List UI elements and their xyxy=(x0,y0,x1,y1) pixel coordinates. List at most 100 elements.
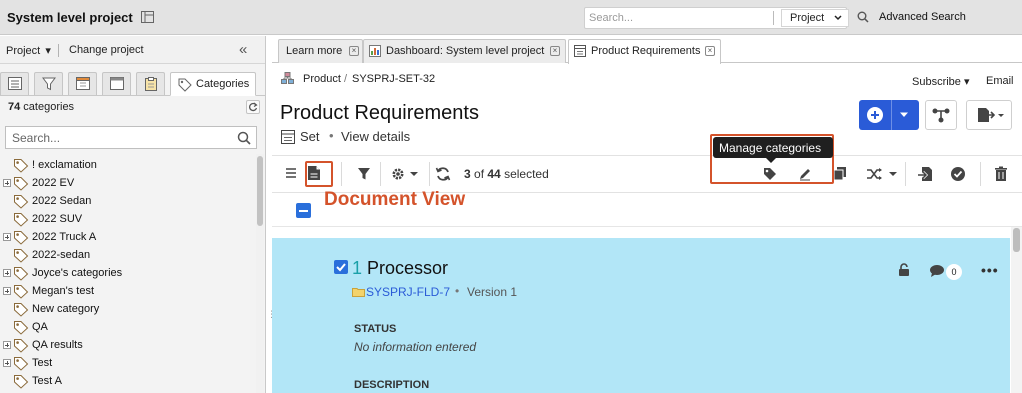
left-panel: Project ▾ Change project « Categories 74… xyxy=(0,36,266,393)
relationships-button[interactable] xyxy=(925,100,957,130)
tab-categories[interactable]: Categories xyxy=(170,72,256,96)
view-tabs: Categories xyxy=(0,72,265,96)
select-all-checkbox[interactable] xyxy=(296,203,311,218)
content-scrollbar-thumb[interactable] xyxy=(1013,228,1020,252)
change-project-link[interactable]: Change project xyxy=(69,44,144,56)
lock-icon[interactable] xyxy=(898,263,910,276)
advanced-search-link[interactable]: Advanced Search xyxy=(879,11,966,23)
left-panel-header: Project ▾ Change project « xyxy=(0,36,265,64)
category-item[interactable]: Joyce's categories xyxy=(0,264,256,282)
category-item[interactable]: QA xyxy=(0,318,256,336)
add-item-button[interactable] xyxy=(859,100,919,130)
tooltip-text: Manage categories xyxy=(719,141,822,155)
move-menu[interactable] xyxy=(866,166,900,182)
category-item[interactable]: 2022 EV xyxy=(0,174,256,192)
tab-learn-more[interactable]: Learn more × xyxy=(278,39,363,63)
divider xyxy=(429,162,430,186)
expand-icon[interactable] xyxy=(3,287,11,295)
selected-number: 3 xyxy=(464,167,471,181)
export-icon xyxy=(967,101,1011,129)
refresh-categories-button[interactable] xyxy=(246,100,260,114)
filter-icon[interactable] xyxy=(357,167,371,181)
subscribe-menu[interactable]: Subscribe ▾ xyxy=(912,75,970,88)
tab-window[interactable] xyxy=(102,72,131,95)
left-scrollbar-thumb[interactable] xyxy=(257,156,263,226)
close-icon[interactable]: × xyxy=(349,46,359,56)
tag-icon xyxy=(13,194,29,209)
category-count-suffix: categories xyxy=(20,101,75,113)
close-icon[interactable]: × xyxy=(550,46,560,56)
copy-icon[interactable] xyxy=(833,166,847,181)
list-view-icon[interactable] xyxy=(284,166,298,180)
view-details-link[interactable]: View details xyxy=(341,129,410,144)
caret-down-icon: ▾ xyxy=(963,76,970,88)
divider xyxy=(380,162,381,186)
expand-icon[interactable] xyxy=(3,359,11,367)
tab-releases[interactable] xyxy=(68,72,97,95)
category-item[interactable]: 2022 Truck A xyxy=(0,228,256,246)
layout-icon[interactable] xyxy=(141,11,154,23)
expand-icon[interactable] xyxy=(3,269,11,277)
category-item[interactable]: Megan's test xyxy=(0,282,256,300)
category-item[interactable]: ! exclamation xyxy=(0,156,256,174)
plus-icon xyxy=(867,107,883,123)
tag-icon xyxy=(178,78,192,92)
expand-icon[interactable] xyxy=(3,179,11,187)
tag-icon xyxy=(13,176,29,191)
refresh-button[interactable] xyxy=(435,166,451,182)
breadcrumb-item-id[interactable]: SYSPRJ-SET-32 xyxy=(352,73,435,85)
search-icon[interactable] xyxy=(237,131,251,145)
category-item[interactable]: Test xyxy=(0,354,256,372)
category-item[interactable]: 2022-sedan xyxy=(0,246,256,264)
category-item[interactable]: New category xyxy=(0,300,256,318)
item-checkbox[interactable] xyxy=(334,260,348,274)
tab-dashboard[interactable]: Dashboard: System level project × xyxy=(363,39,566,63)
tab-filters[interactable] xyxy=(34,72,63,95)
separator-dot: • xyxy=(329,128,334,143)
breadcrumb-separator: / xyxy=(344,73,348,85)
global-search: Project xyxy=(584,7,850,29)
export-button[interactable] xyxy=(966,100,1012,130)
search-input[interactable] xyxy=(589,10,769,26)
category-search-input[interactable] xyxy=(12,130,222,146)
left-scrollbar[interactable] xyxy=(256,154,264,393)
selected-suffix: selected xyxy=(500,167,549,181)
item-id-link[interactable]: SYSPRJ-FLD-7 xyxy=(366,285,450,299)
email-link[interactable]: Email xyxy=(986,75,1014,87)
tag-icon xyxy=(13,374,29,389)
project-menu[interactable]: Project ▾ xyxy=(6,44,51,57)
expand-icon[interactable] xyxy=(3,233,11,241)
search-icon[interactable] xyxy=(857,11,869,23)
breadcrumb-product[interactable]: Product xyxy=(303,73,341,85)
import-icon[interactable] xyxy=(917,166,933,182)
item-name[interactable]: Processor xyxy=(367,258,448,279)
more-options-icon[interactable]: ••• xyxy=(981,262,999,278)
tab-tree[interactable] xyxy=(0,72,29,95)
chevron-down-icon[interactable] xyxy=(899,112,909,118)
category-item[interactable]: QA results xyxy=(0,336,256,354)
search-scope-select[interactable]: Project xyxy=(781,9,850,27)
category-label: ! exclamation xyxy=(32,159,97,171)
comment-icon[interactable] xyxy=(929,264,945,278)
delete-icon[interactable] xyxy=(994,166,1008,182)
collapse-panel-icon[interactable]: « xyxy=(239,41,248,58)
approve-icon[interactable] xyxy=(950,166,966,182)
category-item[interactable]: 2022 Sedan xyxy=(0,192,256,210)
category-label: 2022-sedan xyxy=(32,249,91,261)
separator-dot: • xyxy=(455,284,460,298)
tag-icon xyxy=(13,338,29,353)
close-icon[interactable]: × xyxy=(705,46,715,56)
category-item[interactable]: 2022 SUV xyxy=(0,210,256,228)
document-view-annotation: Document View xyxy=(324,189,466,210)
chevron-down-icon xyxy=(834,15,842,21)
category-item[interactable]: Test A xyxy=(0,372,256,390)
tab-product-requirements[interactable]: Product Requirements × xyxy=(568,39,721,64)
content-scrollbar[interactable] xyxy=(1011,227,1022,393)
expand-icon[interactable] xyxy=(3,341,11,349)
settings-menu[interactable] xyxy=(390,166,424,182)
tab-clipboard[interactable] xyxy=(136,72,165,95)
tooltip-arrow xyxy=(766,158,776,163)
category-tree: ! exclamation 2022 EV 2022 Sedan 2022 SUV 20… xyxy=(0,156,256,393)
calendar-icon xyxy=(69,77,96,90)
tag-icon xyxy=(13,302,29,317)
